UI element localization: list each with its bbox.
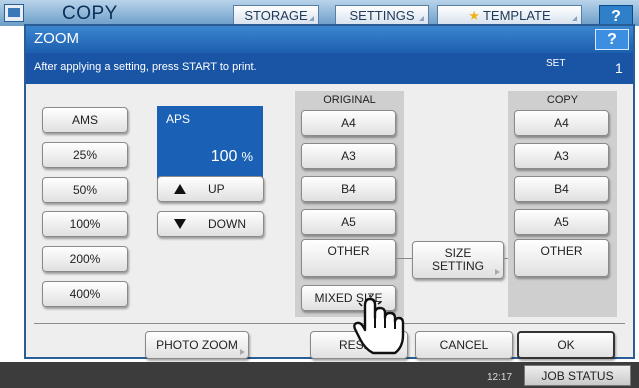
- zoom-up-button[interactable]: UP: [157, 176, 264, 202]
- down-arrow-icon: [174, 219, 186, 229]
- zoom-up-label: UP: [208, 182, 225, 196]
- zoom-down-button[interactable]: DOWN: [157, 211, 264, 237]
- dialog-header: ZOOM ?: [26, 26, 633, 53]
- cancel-button[interactable]: CANCEL: [415, 331, 513, 359]
- zoom-25-button[interactable]: 25%: [42, 142, 128, 168]
- tab-corner-icon: [419, 16, 424, 21]
- zoom-ratio-number: 100: [210, 148, 238, 165]
- aps-label: APS: [166, 112, 191, 126]
- original-other-button[interactable]: OTHER: [301, 239, 396, 277]
- zoom-400-button[interactable]: 400%: [42, 281, 128, 307]
- original-panel-title: ORIGINAL: [323, 94, 376, 106]
- original-a3-button[interactable]: A3: [301, 143, 396, 169]
- photo-zoom-button[interactable]: PHOTO ZOOM: [145, 331, 249, 359]
- original-a4-button[interactable]: A4: [301, 110, 396, 136]
- photo-zoom-label: PHOTO ZOOM: [156, 338, 238, 352]
- ok-button[interactable]: OK: [517, 331, 615, 359]
- job-status-button[interactable]: JOB STATUS: [524, 365, 631, 386]
- dialog-help-button[interactable]: ?: [595, 29, 629, 50]
- copy-a5-button[interactable]: A5: [514, 209, 609, 235]
- size-setting-button[interactable]: SIZE SETTING: [412, 241, 504, 279]
- connector-line: [396, 258, 412, 259]
- copy-app-icon: [4, 4, 24, 22]
- zoom-down-label: DOWN: [208, 217, 246, 231]
- up-arrow-icon: [174, 184, 186, 194]
- instruction-message: After applying a setting, press START to…: [34, 61, 257, 73]
- size-setting-label: SIZE SETTING: [431, 246, 484, 273]
- message-bar: After applying a setting, press START to…: [26, 53, 633, 84]
- submenu-arrow-icon: [495, 269, 500, 275]
- hand-pointer-icon: [353, 295, 405, 355]
- clock: 12:17: [487, 372, 513, 383]
- app-top-bar: COPY STORAGE SETTINGS ★ TEMPLATE ?: [0, 0, 639, 27]
- tab-template-label: TEMPLATE: [482, 8, 551, 23]
- zoom-ratio-value: 100%: [211, 148, 253, 166]
- zoom-ratio-unit: %: [241, 149, 253, 164]
- tab-storage-label: STORAGE: [244, 8, 308, 23]
- zoom-50-button[interactable]: 50%: [42, 177, 128, 203]
- zoom-200-button[interactable]: 200%: [42, 246, 128, 272]
- original-a5-button[interactable]: A5: [301, 209, 396, 235]
- zoom-dialog: ZOOM ? After applying a setting, press S…: [24, 24, 635, 359]
- star-icon: ★: [468, 8, 480, 23]
- copy-a3-button[interactable]: A3: [514, 143, 609, 169]
- tab-settings[interactable]: SETTINGS: [335, 5, 429, 25]
- tab-settings-label: SETTINGS: [349, 8, 415, 23]
- original-b4-button[interactable]: B4: [301, 176, 396, 202]
- set-label: SET: [546, 58, 566, 69]
- zoom-ams-button[interactable]: AMS: [42, 107, 128, 133]
- copy-a4-button[interactable]: A4: [514, 110, 609, 136]
- submenu-arrow-icon: [240, 349, 245, 355]
- tab-corner-icon: [309, 16, 314, 21]
- zoom-100-button[interactable]: 100%: [42, 211, 128, 237]
- tab-template[interactable]: ★ TEMPLATE: [437, 5, 582, 25]
- tab-corner-icon: [572, 16, 577, 21]
- app-title: COPY: [62, 3, 118, 24]
- copy-b4-button[interactable]: B4: [514, 176, 609, 202]
- footer-divider: [34, 323, 625, 324]
- tab-storage[interactable]: STORAGE: [233, 5, 319, 25]
- copy-panel-title: COPY: [546, 94, 579, 106]
- copy-other-button[interactable]: OTHER: [514, 239, 609, 277]
- dialog-title: ZOOM: [34, 30, 79, 47]
- set-count: 1: [615, 60, 623, 76]
